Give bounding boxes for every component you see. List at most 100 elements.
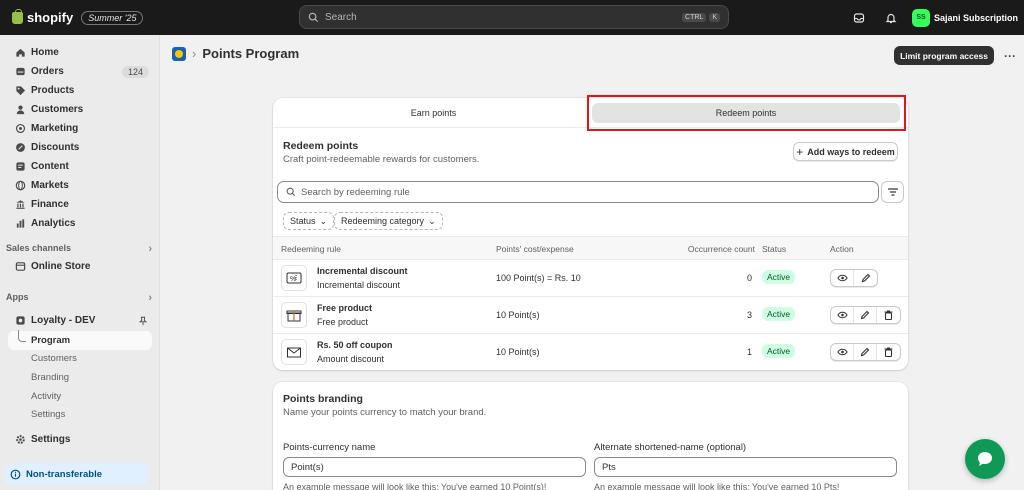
rule-count: 1 — [746, 347, 752, 357]
orders-count-badge: 124 — [121, 65, 149, 78]
rule-desc: Amount discount — [317, 354, 385, 364]
branding-subtitle: Name your points currency to match your … — [283, 407, 487, 418]
sidebar-item-home[interactable]: Home — [8, 43, 152, 62]
view-icon[interactable] — [831, 307, 854, 323]
person-icon — [14, 104, 26, 116]
edit-icon[interactable] — [854, 307, 877, 323]
app-icon — [14, 315, 26, 327]
sidebar-item-markets[interactable]: Markets — [8, 176, 152, 195]
rule-name: Incremental discount — [317, 266, 408, 276]
row-actions — [830, 269, 878, 287]
sales-channels-title: Sales channels — [6, 243, 72, 253]
col-redeeming-rule: Redeeming rule — [281, 244, 342, 254]
content-icon — [14, 161, 26, 173]
sidebar-item-marketing[interactable]: Marketing — [8, 119, 152, 138]
rule-count: 0 — [746, 273, 752, 283]
rule-desc: Free product — [317, 317, 369, 327]
sidebar-item-orders[interactable]: Orders 124 — [8, 62, 152, 81]
store-icon — [14, 261, 26, 273]
redeem-search-input[interactable]: Search by redeeming rule — [277, 181, 879, 203]
store-menu[interactable]: SS Sajani Subscription — [911, 8, 1018, 27]
row-actions — [830, 343, 901, 361]
more-actions-icon[interactable]: ··· — [1001, 46, 1019, 65]
filter-sort-icon[interactable] — [881, 181, 904, 203]
table-row[interactable]: Rs. 50 off coupon Amount discount 10 Poi… — [273, 334, 908, 370]
sidebar-item-analytics[interactable]: Analytics — [8, 214, 152, 233]
sidebar-item-discounts[interactable]: Discounts — [8, 138, 152, 157]
store-name: Sajani Subscription — [933, 12, 1018, 23]
col-action: Action — [830, 244, 854, 254]
shortcut-ctrl: CTRL — [682, 12, 707, 22]
short-name-field[interactable]: Pts — [594, 457, 897, 477]
sidebar-item-label: Orders — [31, 66, 64, 77]
delete-icon[interactable] — [877, 344, 900, 360]
sidebar-item-products[interactable]: Products — [8, 81, 152, 100]
chevron-right-icon: › — [148, 292, 152, 304]
view-icon[interactable] — [831, 344, 854, 360]
sidebar-subitem-branding[interactable]: Branding — [31, 372, 69, 383]
sidebar-subitem-activity[interactable]: Activity — [31, 391, 61, 402]
redeeming-category-filter[interactable]: Redeeming category ⌄ — [334, 212, 443, 230]
shopify-logo[interactable]: shopify — [12, 8, 73, 25]
global-search[interactable]: Search CTRL K — [299, 5, 729, 29]
sidebar-item-settings[interactable]: Settings — [8, 430, 152, 449]
sidebar-subitem-program-selected[interactable] — [8, 331, 152, 350]
rule-count: 3 — [746, 310, 752, 320]
edition-badge[interactable]: Summer '25 — [81, 10, 144, 25]
notice-text: Non-transferable — [26, 468, 103, 480]
loyalty-app-icon[interactable] — [172, 46, 186, 61]
rule-cost: 10 Point(s) — [496, 310, 540, 320]
delete-icon[interactable] — [877, 307, 900, 323]
status-badge: Active — [762, 270, 796, 284]
status-badge: Active — [762, 307, 796, 321]
info-icon — [10, 469, 21, 480]
status-filter[interactable]: Status ⌄ — [283, 212, 335, 230]
sidebar-subitem-program[interactable]: Program — [31, 335, 70, 346]
discount-thumbnail-icon: % — [281, 265, 307, 291]
bell-icon[interactable] — [880, 7, 902, 29]
edit-icon[interactable] — [854, 344, 877, 360]
sidebar-item-label: Markets — [31, 180, 69, 191]
rule-cost: 10 Point(s) — [496, 347, 540, 357]
sidebar-item-label: Marketing — [31, 123, 79, 134]
sidebar-subitem-settings[interactable]: Settings — [31, 409, 65, 420]
sidebar-item-online-store[interactable]: Online Store — [8, 257, 152, 276]
inbox-icon[interactable] — [848, 7, 870, 29]
breadcrumb-chevron-icon: › — [192, 46, 197, 61]
rule-cost: 100 Point(s) = Rs. 10 — [496, 273, 581, 283]
tab-earn-points[interactable]: Earn points — [277, 103, 590, 123]
sidebar-subitem-customers[interactable]: Customers — [31, 353, 77, 364]
sidebar-item-label: Online Store — [31, 261, 91, 272]
redeem-subtitle: Craft point-redeemable rewards for custo… — [283, 154, 480, 165]
sidebar-item-customers[interactable]: Customers — [8, 100, 152, 119]
chevron-right-icon: › — [148, 243, 152, 255]
sidebar-item-label: Discounts — [31, 142, 80, 153]
rule-desc: Incremental discount — [317, 280, 401, 290]
table-row[interactable]: % Incremental discount Incremental disco… — [273, 260, 908, 297]
filter-label: Status — [290, 216, 316, 226]
view-icon[interactable] — [831, 270, 854, 286]
sidebar-item-content[interactable]: Content — [8, 157, 152, 176]
sidebar-item-label: Settings — [31, 434, 71, 445]
sales-channels-header[interactable]: Sales channels › — [6, 243, 152, 255]
non-transferable-notice[interactable]: Non-transferable — [4, 463, 148, 485]
limit-program-access-button[interactable]: Limit program access — [894, 46, 994, 65]
sidebar-item-finance[interactable]: Finance — [8, 195, 152, 214]
chat-button[interactable] — [965, 439, 1005, 479]
sidebar-item-label: Content — [31, 161, 69, 172]
svg-text:%: % — [290, 276, 296, 283]
gear-icon — [14, 434, 26, 446]
envelope-thumbnail-icon — [281, 339, 307, 365]
apps-header[interactable]: Apps › — [6, 292, 152, 304]
currency-name-field[interactable]: Point(s) — [283, 457, 586, 477]
points-branding-card: Points branding Name your points currenc… — [273, 382, 908, 490]
redeem-title: Redeem points — [283, 140, 359, 152]
currency-help-text: An example message will look like this: … — [283, 482, 547, 490]
sidebar-item-loyalty-app[interactable]: Loyalty - DEV — [8, 311, 152, 330]
table-header: Redeeming rule Points' cost/expense Occu… — [273, 236, 908, 260]
add-ways-to-redeem-button[interactable]: + Add ways to redeem — [793, 142, 898, 161]
edit-icon[interactable] — [854, 270, 877, 286]
status-badge: Active — [762, 344, 796, 358]
pin-icon[interactable] — [138, 316, 148, 326]
table-row[interactable]: Free product Free product 10 Point(s) 3 … — [273, 297, 908, 334]
